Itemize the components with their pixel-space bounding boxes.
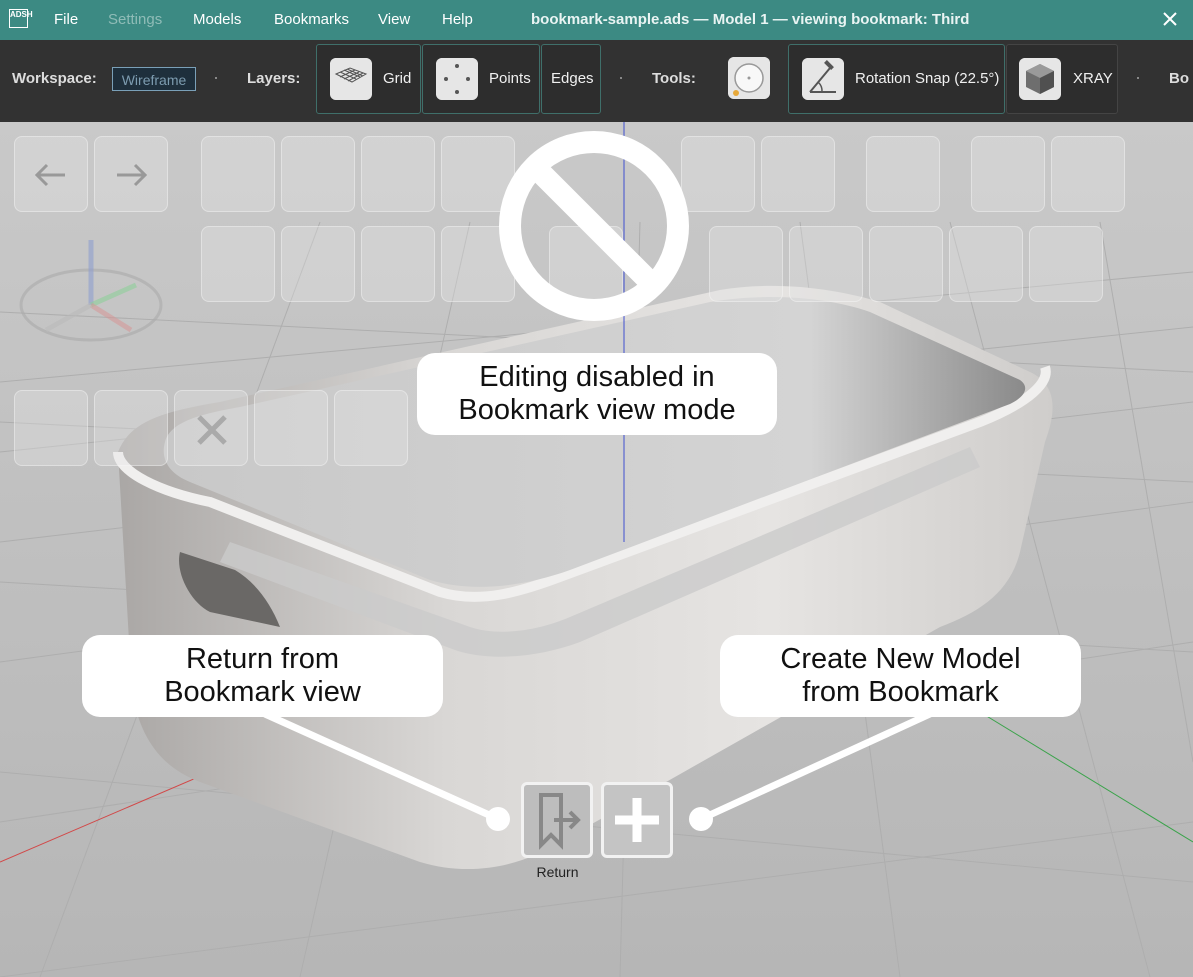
bookmarks-overflow-label: Bo xyxy=(1169,70,1189,87)
xray-button[interactable]: XRAY xyxy=(1006,44,1118,114)
layers-label: Layers: xyxy=(247,70,301,87)
dial-icon[interactable] xyxy=(728,57,770,99)
return-button-label: Return xyxy=(536,864,579,880)
return-callout: Return from Bookmark view xyxy=(82,635,443,717)
edges-label: Edges xyxy=(551,70,594,87)
edges-button[interactable]: Edges xyxy=(541,44,601,114)
3d-viewport[interactable]: Editing disabled in Bookmark view mode R… xyxy=(0,122,1193,977)
tools-label: Tools: xyxy=(652,70,696,87)
window-title: bookmark-sample.ads — Model 1 — viewing … xyxy=(531,11,970,28)
xray-label: XRAY xyxy=(1073,70,1113,87)
menu-file[interactable]: File xyxy=(54,0,78,40)
return-from-bookmark-button[interactable] xyxy=(521,782,593,858)
plus-icon xyxy=(615,798,659,842)
grid-label: Grid xyxy=(383,70,412,87)
menu-models[interactable]: Models xyxy=(193,0,241,40)
workspace-label: Workspace: xyxy=(12,70,97,87)
return-callout-line1: Return from xyxy=(185,643,340,675)
workspace-input[interactable]: Wireframe xyxy=(112,67,196,91)
points-label: Points xyxy=(489,70,531,87)
create-model-callout: Create New Model from Bookmark xyxy=(720,635,1081,717)
return-callout-line2: Bookmark view xyxy=(164,676,361,708)
menu-help[interactable]: Help xyxy=(442,0,473,40)
separator xyxy=(620,77,622,79)
xray-cube-icon xyxy=(1019,58,1061,100)
callout-leaders xyxy=(263,710,932,831)
create-callout-line2: from Bookmark xyxy=(802,676,999,708)
rotation-snap-button[interactable]: Rotation Snap (22.5°) xyxy=(788,44,1005,114)
grid-button[interactable]: Grid xyxy=(316,44,421,114)
rotation-snap-icon xyxy=(802,58,844,100)
toolbar: Workspace: Wireframe Layers: Grid Points… xyxy=(0,40,1193,122)
points-icon xyxy=(436,58,478,100)
title-bar: ADSH File Settings Models Bookmarks View… xyxy=(0,0,1193,40)
menu-settings: Settings xyxy=(108,11,163,28)
bookmark-return-icon xyxy=(539,793,581,850)
create-callout-line1: Create New Model xyxy=(780,643,1021,675)
app-logo-icon: ADSH xyxy=(9,9,33,28)
grid-icon xyxy=(330,58,372,100)
create-model-from-bookmark-button[interactable] xyxy=(601,782,673,858)
rotation-snap-label: Rotation Snap (22.5°) xyxy=(855,70,1000,87)
menu-bookmarks[interactable]: Bookmarks xyxy=(274,0,349,40)
menu-view[interactable]: View xyxy=(378,0,410,40)
separator xyxy=(1137,77,1139,79)
close-icon[interactable] xyxy=(1161,10,1179,28)
points-button[interactable]: Points xyxy=(422,44,540,114)
separator xyxy=(215,77,217,79)
